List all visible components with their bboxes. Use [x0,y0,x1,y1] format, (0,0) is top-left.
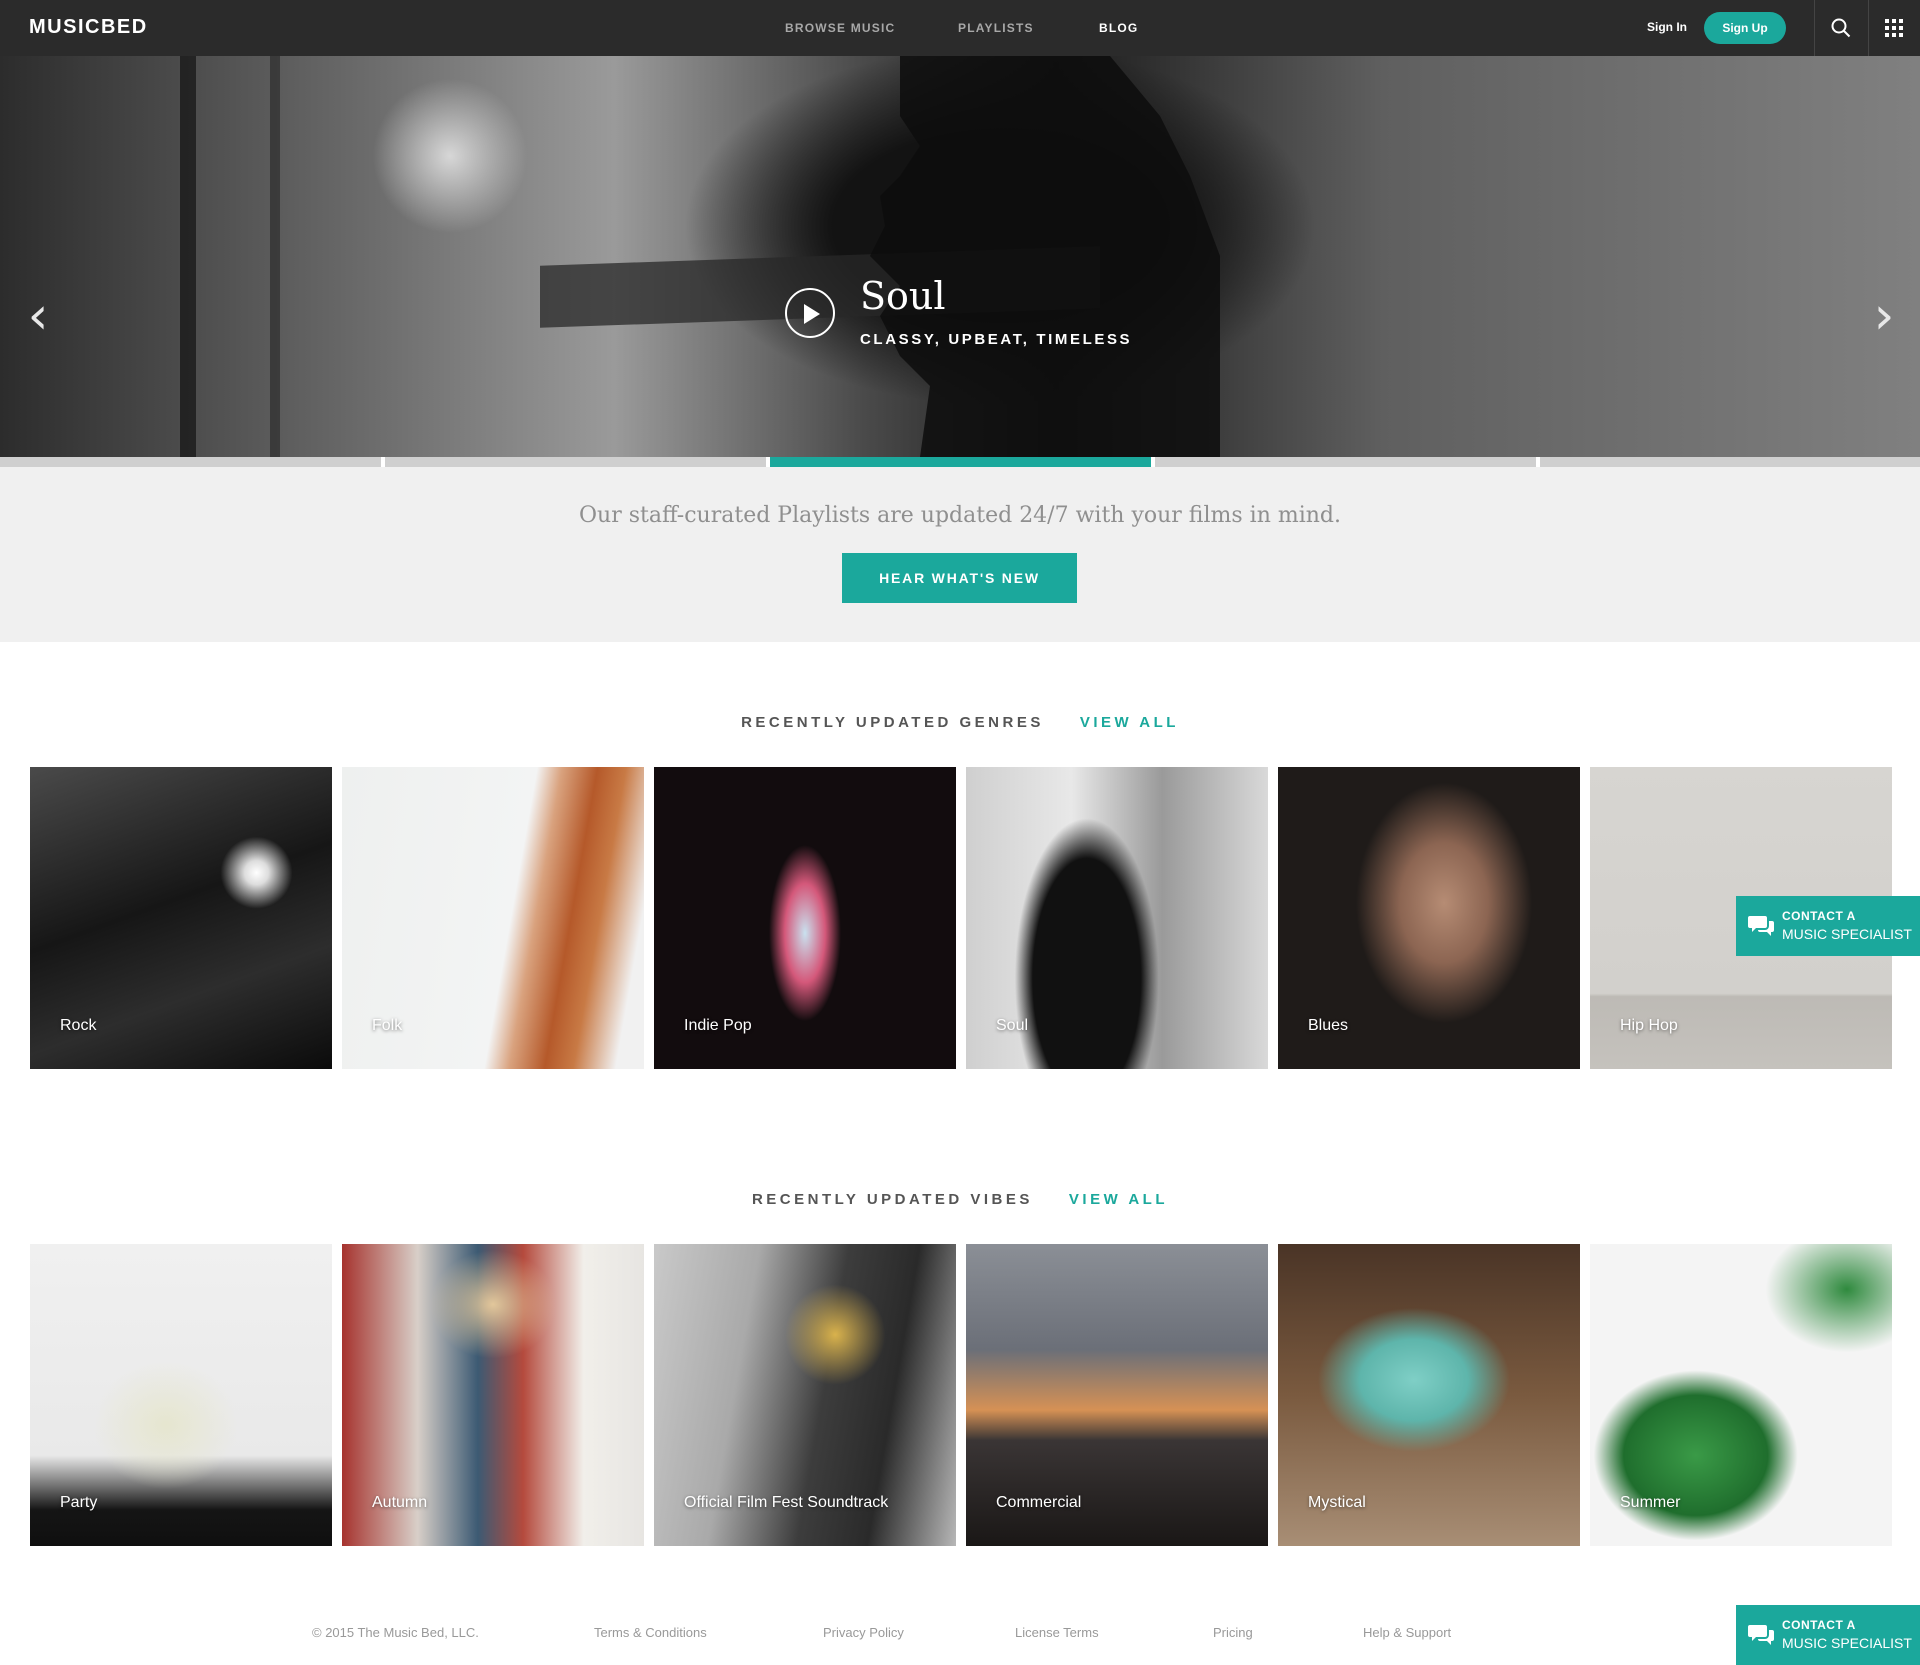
footer-privacy-link[interactable]: Privacy Policy [823,1625,904,1640]
play-icon [804,304,820,324]
genre-tile-label: Soul [996,1017,1029,1034]
vibe-tile-label: Official Film Fest Soundtrack [684,1494,889,1511]
genre-tile-label: Hip Hop [1620,1017,1678,1034]
promo-text: Our staff-curated Playlists are updated … [578,503,1342,528]
slide-indicator-5[interactable] [1540,457,1920,467]
contact-label-line1: CONTACT A [1782,1618,1856,1632]
hero-image-silhouette [870,56,1220,457]
nav-blog[interactable]: BLOG [1099,21,1138,35]
genres-heading: RECENTLY UPDATED GENRES [741,714,1044,731]
vibe-tile-label: Autumn [372,1494,428,1511]
genre-tile-soul[interactable]: Soul [966,767,1268,1069]
vibe-tile-summer[interactable]: Summer [1590,1244,1892,1546]
genre-tile-rock[interactable]: Rock [30,767,332,1069]
sign-up-button[interactable]: Sign Up [1704,12,1786,44]
chat-icon [1748,1625,1774,1645]
genre-tile-blues[interactable]: Blues [1278,767,1580,1069]
logo[interactable]: MUSICBED [29,16,148,39]
prev-slide-arrow[interactable]: ‹ [18,286,58,346]
genre-tile-label: Folk [372,1017,403,1034]
genres-view-all-link[interactable]: VIEW ALL [1080,714,1179,731]
vibe-tile-autumn[interactable]: Autumn [342,1244,644,1546]
slide-indicator-3[interactable] [770,457,1151,467]
vibes-heading: RECENTLY UPDATED VIBES [751,1191,1033,1208]
footer-terms-link[interactable]: Terms & Conditions [594,1625,707,1640]
vibe-tile-party[interactable]: Party [30,1244,332,1546]
genre-tile-label: Indie Pop [684,1017,752,1034]
nav-playlists[interactable]: PLAYLISTS [958,21,1034,35]
genre-tile-indie-pop[interactable]: Indie Pop [654,767,956,1069]
slide-indicator-4[interactable] [1155,457,1536,467]
slide-indicator-1[interactable] [0,457,381,467]
nav-browse-music[interactable]: BROWSE MUSIC [785,21,895,35]
genre-tile-label: Blues [1308,1017,1349,1034]
chat-icon [1748,916,1774,936]
top-nav: MUSICBED BROWSE MUSIC PLAYLISTS BLOG Sig… [0,0,1920,56]
footer-help-link[interactable]: Help & Support [1363,1625,1451,1640]
sign-in-link[interactable]: Sign In [1647,20,1687,34]
vibe-tile-mystical[interactable]: Mystical [1278,1244,1580,1546]
search-icon [1831,18,1851,38]
genre-tile-label: Rock [60,1017,97,1034]
contact-specialist-button[interactable]: CONTACT A MUSIC SPECIALIST [1736,896,1920,956]
hero-image-mirror [180,56,280,457]
hear-whats-new-button[interactable]: HEAR WHAT'S NEW [842,553,1077,603]
next-slide-arrow[interactable]: › [1864,286,1904,346]
footer-license-link[interactable]: License Terms [1015,1625,1099,1640]
contact-label-line2: MUSIC SPECIALIST [1782,926,1912,942]
slide-indicator-2[interactable] [385,457,766,467]
vibe-tile-commercial[interactable]: Commercial [966,1244,1268,1546]
vibe-tile-official-film-fest-soundtrack[interactable]: Official Film Fest Soundtrack [654,1244,956,1546]
contact-label-line1: CONTACT A [1782,909,1856,923]
vibes-header: RECENTLY UPDATED VIBES VIEW ALL [0,1191,1920,1208]
apps-menu-button[interactable] [1868,0,1920,56]
footer-pricing-link[interactable]: Pricing [1213,1625,1253,1640]
contact-specialist-button[interactable]: CONTACT A MUSIC SPECIALIST [1736,1605,1920,1665]
genres-header: RECENTLY UPDATED GENRES VIEW ALL [0,714,1920,731]
vibes-view-all-link[interactable]: VIEW ALL [1069,1191,1168,1208]
vibe-tile-label: Summer [1620,1494,1681,1511]
play-button[interactable] [785,288,835,338]
vibe-tile-label: Commercial [996,1494,1082,1511]
search-button[interactable] [1814,0,1868,56]
hero-title: Soul [860,274,946,318]
genre-tile-folk[interactable]: Folk [342,767,644,1069]
vibe-tile-label: Mystical [1308,1494,1366,1511]
contact-label-line2: MUSIC SPECIALIST [1782,1635,1912,1651]
hero-subtitle: CLASSY, UPBEAT, TIMELESS [860,331,1133,348]
vibe-tile-label: Party [60,1494,98,1511]
hero-slider: ‹ › Soul CLASSY, UPBEAT, TIMELESS [0,56,1920,457]
slide-indicator [0,457,1920,467]
promo-banner: Our staff-curated Playlists are updated … [0,467,1920,642]
footer-copyright: © 2015 The Music Bed, LLC. [312,1625,479,1640]
grid-menu-icon [1885,19,1903,37]
